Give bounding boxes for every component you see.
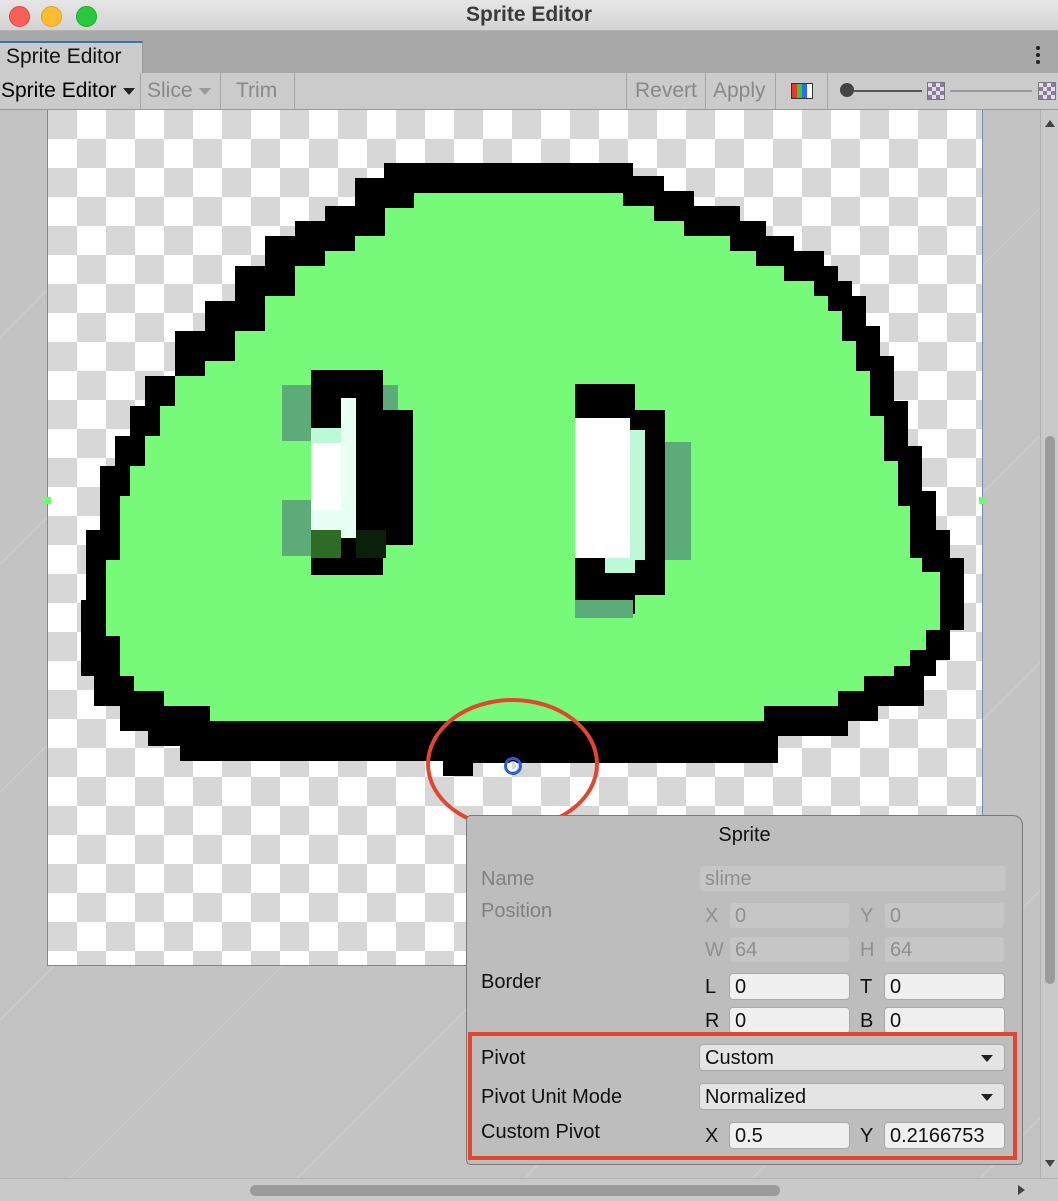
right-edge-handle[interactable] <box>979 497 986 504</box>
pivot-unit-mode-label: Pivot Unit Mode <box>481 1086 623 1108</box>
left-edge-handle[interactable] <box>44 497 51 504</box>
kebab-menu-icon[interactable] <box>1036 46 1040 67</box>
border-l-label: L <box>705 976 717 998</box>
mode-dropdown-label: Sprite Editor <box>1 79 117 102</box>
scroll-down-icon[interactable] <box>1045 1160 1055 1167</box>
border-l-field[interactable]: 0 <box>729 973 850 1000</box>
position-y-field[interactable]: 0 <box>884 902 1005 929</box>
position-x-label: X <box>705 905 719 927</box>
revert-button[interactable]: Revert <box>626 73 706 109</box>
slice-label: Slice <box>147 79 193 102</box>
vertical-scroll-thumb[interactable] <box>1045 436 1055 984</box>
color-channel-icon <box>791 83 813 99</box>
custom-pivot-y-label: Y <box>860 1125 874 1147</box>
position-y-label: Y <box>860 905 874 927</box>
pivot-handle-icon[interactable] <box>503 756 523 776</box>
border-b-label: B <box>860 1010 874 1032</box>
vertical-scrollbar[interactable] <box>1040 110 1058 1178</box>
position-label: Position <box>481 900 553 922</box>
scroll-right-icon[interactable] <box>1018 1185 1025 1195</box>
scroll-up-icon[interactable] <box>1045 120 1055 127</box>
position-h-field[interactable]: 64 <box>884 936 1005 963</box>
mip-low-icon <box>927 82 945 100</box>
trim-button[interactable]: Trim <box>221 73 295 109</box>
border-t-label: T <box>860 976 873 998</box>
apply-button[interactable]: Apply <box>706 73 776 109</box>
pivot-dropdown-value: Custom <box>705 1047 774 1069</box>
mip-slider-track[interactable] <box>950 90 1032 92</box>
mode-dropdown[interactable]: Sprite Editor <box>0 73 141 109</box>
window-titlebar: Sprite Editor <box>0 0 1058 31</box>
slice-dropdown[interactable]: Slice <box>141 73 221 109</box>
border-r-label: R <box>705 1010 720 1032</box>
pivot-unit-mode-value: Normalized <box>705 1086 807 1108</box>
border-r-field[interactable]: 0 <box>729 1007 850 1034</box>
name-label: Name <box>481 868 535 890</box>
custom-pivot-label: Custom Pivot <box>481 1121 600 1143</box>
tab-sprite-editor[interactable]: Sprite Editor <box>0 41 143 73</box>
mip-high-icon <box>1038 82 1056 100</box>
border-t-field[interactable]: 0 <box>884 973 1005 1000</box>
position-h-label: H <box>860 939 875 961</box>
tab-strip: Sprite Editor <box>0 31 1058 73</box>
color-channel-toggle[interactable] <box>776 73 828 109</box>
sprite-inspector-panel: Sprite Name slime Position X 0 Y 0 W 64 … <box>466 815 1023 1165</box>
custom-pivot-x-field[interactable]: 0.5 <box>729 1122 850 1149</box>
border-label: Border <box>481 971 542 993</box>
position-w-field[interactable]: 64 <box>729 936 850 963</box>
horizontal-scrollbar[interactable] <box>0 1178 1058 1201</box>
chevron-down-icon <box>981 1055 993 1062</box>
position-w-label: W <box>705 939 724 961</box>
chevron-down-icon <box>122 87 135 95</box>
zoom-slider-knob[interactable] <box>840 83 854 97</box>
horizontal-scroll-thumb[interactable] <box>250 1185 780 1196</box>
toolbar: Sprite Editor Slice Trim Revert Apply <box>0 73 1058 110</box>
custom-pivot-y-field[interactable]: 0.2166753 <box>884 1122 1005 1149</box>
pivot-dropdown[interactable]: Custom <box>699 1044 1005 1071</box>
name-field[interactable]: slime <box>699 865 1007 892</box>
panel-title: Sprite <box>718 824 771 846</box>
window-title: Sprite Editor <box>465 3 592 26</box>
chevron-down-icon <box>198 87 211 95</box>
chevron-down-icon <box>981 1094 993 1101</box>
position-x-field[interactable]: 0 <box>729 902 850 929</box>
pivot-unit-mode-dropdown[interactable]: Normalized <box>699 1083 1005 1110</box>
zoom-slider-track[interactable] <box>846 90 922 92</box>
custom-pivot-x-label: X <box>705 1125 719 1147</box>
pivot-label: Pivot <box>481 1047 526 1069</box>
border-b-field[interactable]: 0 <box>884 1007 1005 1034</box>
